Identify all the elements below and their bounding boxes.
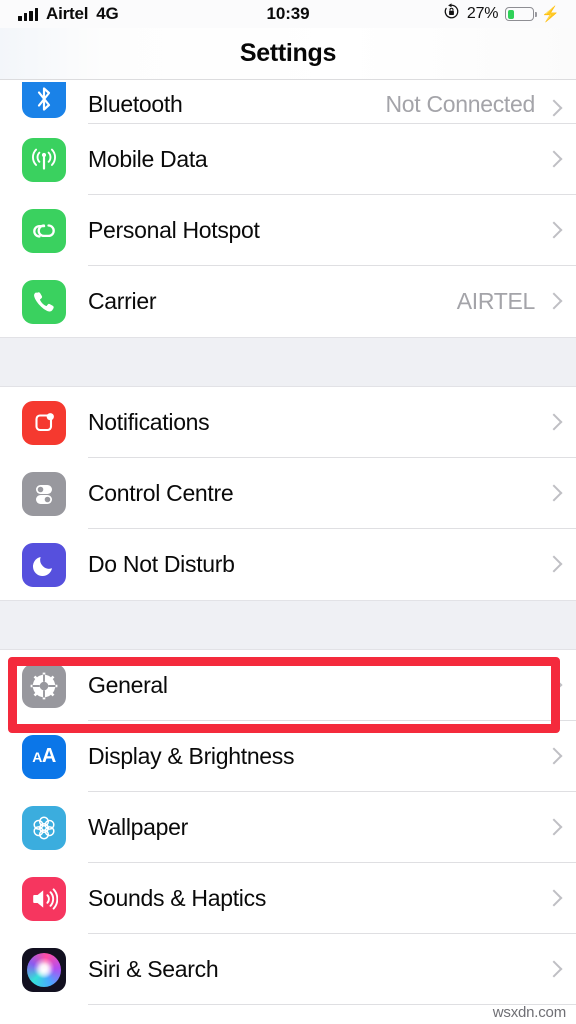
control-centre-icon: [22, 471, 66, 516]
personal-hotspot-icon: [22, 208, 66, 253]
settings-list[interactable]: Bluetooth Not Connected Mobile Data Pers…: [0, 80, 576, 1024]
status-bar-left: Airtel 4G: [18, 4, 119, 24]
do-not-disturb-icon: [22, 542, 66, 587]
settings-row-label: General: [88, 672, 168, 698]
settings-row-label: Display & Brightness: [88, 743, 295, 769]
chevron-right-icon: [547, 150, 558, 169]
clock-time: 10:39: [266, 4, 310, 23]
chevron-right-icon: [547, 484, 558, 503]
settings-row-label: Personal Hotspot: [88, 217, 260, 243]
battery-percent: 27%: [466, 5, 499, 22]
settings-row-label: Wallpaper: [88, 814, 188, 840]
settings-row-value: AIRTEL: [456, 288, 536, 314]
settings-row-label: Siri & Search: [88, 956, 219, 982]
settings-row-label: Sounds & Haptics: [88, 885, 267, 911]
chevron-right-icon: [547, 555, 558, 574]
chevron-right-icon: [547, 221, 558, 240]
chevron-right-icon: [547, 747, 558, 766]
group-system: General AA Display & Brightness Wallpape…: [0, 650, 576, 1005]
chevron-right-icon: [547, 413, 558, 432]
siri-search-icon: [22, 947, 66, 992]
settings-row-personal-hotspot[interactable]: Personal Hotspot: [0, 195, 576, 266]
group-connectivity: Bluetooth Not Connected Mobile Data Pers…: [0, 80, 576, 337]
settings-row-label: Control Centre: [88, 480, 234, 506]
carrier-name: Airtel: [46, 4, 89, 23]
nav-bar: Settings: [0, 28, 576, 80]
settings-row-label: Do Not Disturb: [88, 551, 235, 577]
siri-orb: [27, 952, 61, 987]
settings-row-siri-search[interactable]: Siri & Search: [0, 934, 576, 1005]
settings-row-notifications[interactable]: Notifications: [0, 387, 576, 458]
status-bar-right: 27% ⚡: [443, 3, 560, 25]
bluetooth-icon: [22, 82, 66, 118]
rotation-lock-icon: [443, 3, 460, 25]
settings-row-wallpaper[interactable]: Wallpaper: [0, 792, 576, 863]
settings-row-sounds-haptics[interactable]: Sounds & Haptics: [0, 863, 576, 934]
settings-row-bluetooth[interactable]: Bluetooth Not Connected: [0, 80, 576, 124]
settings-row-label: Carrier: [88, 288, 157, 314]
settings-row-display-brightness[interactable]: AA Display & Brightness: [0, 721, 576, 792]
page-title: Settings: [239, 39, 337, 67]
settings-row-carrier[interactable]: Carrier AIRTEL: [0, 266, 576, 337]
wallpaper-icon: [22, 805, 66, 850]
sounds-haptics-icon: [22, 876, 66, 921]
watermark: wsxdn.com: [492, 1004, 566, 1021]
display-brightness-icon: AA: [22, 734, 66, 779]
settings-row-label: Mobile Data: [88, 146, 208, 172]
notifications-icon: [22, 400, 66, 445]
chevron-right-icon: [547, 889, 558, 908]
charging-bolt-icon: ⚡: [541, 5, 560, 23]
settings-row-label: Notifications: [88, 409, 210, 435]
network-type: 4G: [96, 4, 119, 23]
signal-bars-icon: [18, 8, 38, 21]
status-bar: Airtel 4G 10:39 27% ⚡: [0, 0, 576, 28]
chevron-right-icon: [547, 676, 558, 695]
settings-row-general[interactable]: General: [0, 650, 576, 721]
group-gap: [0, 337, 576, 387]
chevron-right-icon: [547, 99, 558, 118]
mobile-data-icon: [22, 137, 66, 182]
chevron-right-icon: [547, 818, 558, 837]
group-gap: [0, 600, 576, 650]
settings-screen: Airtel 4G 10:39 27% ⚡ Settings Bluetooth…: [0, 0, 576, 1024]
battery-icon: [505, 7, 538, 21]
gear-icon: [22, 663, 66, 708]
group-alerts: Notifications Control Centre Do Not Dist…: [0, 387, 576, 600]
settings-row-value: Not Connected: [385, 91, 535, 117]
settings-row-do-not-disturb[interactable]: Do Not Disturb: [0, 529, 576, 600]
settings-row-label: Bluetooth: [88, 91, 183, 117]
settings-row-mobile-data[interactable]: Mobile Data: [0, 124, 576, 195]
chevron-right-icon: [547, 960, 558, 979]
carrier-phone-icon: [22, 279, 66, 324]
aa-glyph: AA: [32, 745, 56, 767]
settings-row-control-centre[interactable]: Control Centre: [0, 458, 576, 529]
chevron-right-icon: [547, 292, 558, 311]
